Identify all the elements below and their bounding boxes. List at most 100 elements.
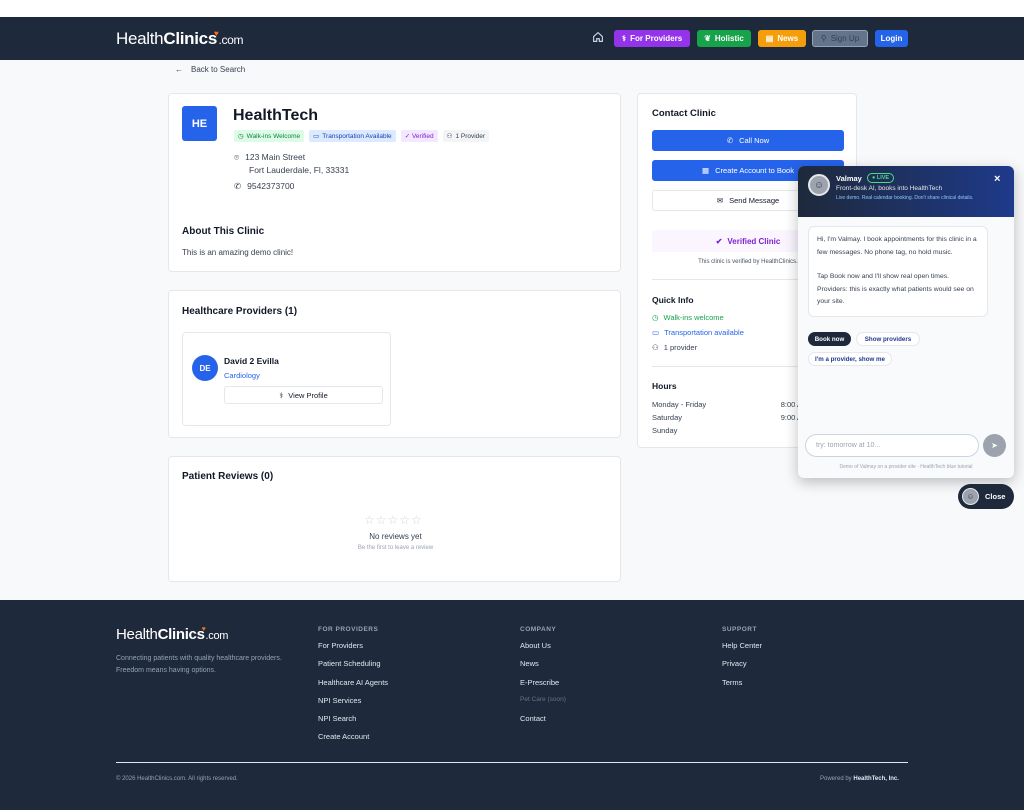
book-now-reply[interactable]: Book now — [808, 332, 851, 346]
hours-row: Sunday — [652, 426, 678, 435]
close-chat-button[interactable]: ☺ Close — [958, 484, 1014, 509]
footer-link[interactable]: For Providers — [318, 641, 388, 659]
footer-link[interactable]: News — [520, 659, 566, 677]
news-button[interactable]: ▤ News — [758, 30, 806, 47]
providers-card: Healthcare Providers (1) DE David 2 Evil… — [168, 290, 621, 438]
quick-info-transport: ▭ Transportation available — [652, 328, 744, 337]
phone-icon: ✆ — [234, 181, 242, 191]
map-pin-icon: ⌾ — [234, 152, 240, 162]
check-circle-icon: ✔ — [715, 236, 723, 246]
provider-specialty: Cardiology — [224, 371, 260, 380]
clinic-info-card: HE HealthTech ◷ Walk-ins Welcome ▭ Transpo… — [168, 93, 621, 272]
call-now-button[interactable]: ✆ Call Now — [652, 130, 844, 151]
site-logo[interactable]: HealthClinics♥.com — [116, 29, 244, 49]
quick-info-title: Quick Info — [652, 295, 694, 305]
clock-icon: ◷ — [238, 133, 244, 140]
news-icon: ▤ — [765, 34, 774, 43]
footer-link[interactable]: Healthcare AI Agents — [318, 678, 388, 696]
im-a-provider-reply[interactable]: I'm a provider, show me — [808, 352, 892, 366]
contact-title: Contact Clinic — [652, 108, 716, 119]
users-icon: ⚇ — [446, 133, 453, 140]
copyright: © 2026 HealthClinics.com. All rights res… — [116, 776, 238, 782]
footer: HealthClinics♥.com Connecting patients w… — [0, 600, 1024, 810]
chat-input[interactable]: try: tomorrow at 10... — [805, 434, 979, 457]
home-icon[interactable] — [591, 30, 607, 46]
clinic-phone[interactable]: ✆ 9542373700 — [234, 181, 294, 192]
provider-avatar: DE — [192, 355, 218, 381]
quick-info-providers: ⚇ 1 provider — [652, 343, 698, 352]
hours-title: Hours — [652, 381, 677, 391]
walk-ins-badge: ◷ Walk-ins Welcome — [234, 130, 305, 142]
powered-by: Powered by HealthTech, Inc. — [820, 776, 899, 782]
powered-by-link[interactable]: HealthTech, Inc. — [853, 776, 899, 782]
sign-up-button[interactable]: ⚲ Sign Up — [812, 30, 868, 47]
provider-name[interactable]: David 2 Evilla — [224, 356, 279, 366]
footer-col-company: COMPANY About Us News E-Prescribe Pet Ca… — [520, 626, 566, 732]
provider-card: DE David 2 Evilla Cardiology ⚕ View Profi… — [182, 332, 391, 426]
footer-col-providers: FOR PROVIDERS For Providers Patient Sche… — [318, 626, 388, 751]
about-title: About This Clinic — [182, 226, 265, 237]
live-badge: ● LIVE — [867, 173, 895, 183]
footer-link[interactable]: Create Account — [318, 732, 388, 750]
assistant-name: Valmay — [836, 174, 862, 183]
bus-icon: ▭ — [652, 328, 660, 337]
footer-link-disabled: Pet Care (soon) — [520, 695, 566, 703]
footer-link[interactable]: NPI Search — [318, 714, 388, 732]
phone-icon: ✆ — [726, 136, 734, 145]
chat-widget: ☺ Valmay ● LIVE Front-desk AI, books int… — [798, 166, 1014, 478]
verified-badge: ✓ Verified — [400, 130, 438, 142]
chat-disclaimer: Live demo. Real calendar booking. Don't … — [836, 195, 974, 201]
users-icon: ⚇ — [652, 343, 659, 352]
footer-link[interactable]: Contact — [520, 714, 566, 732]
footer-link[interactable]: E-Prescribe — [520, 678, 566, 696]
star-rating-icon: ☆☆☆☆☆ — [364, 513, 423, 527]
first-review-hint: Be the first to leave a review — [357, 545, 434, 551]
footer-link[interactable]: Help Center — [722, 641, 762, 659]
show-providers-reply[interactable]: Show providers — [856, 332, 920, 346]
footer-link[interactable]: NPI Services — [318, 696, 388, 714]
footer-divider — [116, 762, 908, 763]
providers-title: Healthcare Providers (1) — [182, 306, 298, 317]
no-reviews-text: No reviews yet — [369, 532, 422, 541]
send-icon[interactable]: ➤ — [983, 434, 1006, 457]
footer-link[interactable]: Privacy — [722, 659, 762, 677]
hours-row: Saturday 9:00 A — [652, 413, 802, 422]
transportation-badge: ▭ Transportation Available — [309, 130, 396, 142]
chat-footer-note: Demo of Valmay on a provider site · Heal… — [839, 464, 973, 470]
clock-icon: ◷ — [652, 313, 659, 322]
footer-col-title: COMPANY — [520, 626, 557, 633]
clinic-address: ⌾ 123 Main Street Fort Lauderdale, Fl, 33… — [234, 152, 350, 175]
mail-icon: ✉ — [716, 196, 724, 205]
footer-col-support: SUPPORT Help Center Privacy Terms — [722, 626, 762, 696]
user-plus-icon: ⚲ — [820, 34, 827, 43]
footer-link[interactable]: Patient Scheduling — [318, 659, 388, 677]
clinic-tags: ◷ Walk-ins Welcome ▭ Transportation Availa… — [234, 130, 490, 142]
chat-subtitle: Front-desk AI, books into HealthTech — [836, 185, 943, 192]
clinic-avatar: HE — [182, 106, 217, 141]
footer-col-title: FOR PROVIDERS — [318, 626, 379, 633]
view-profile-button[interactable]: ⚕ View Profile — [224, 386, 383, 404]
reviews-card: Patient Reviews (0) ☆☆☆☆☆ No reviews yet… — [168, 456, 621, 582]
bus-icon: ▭ — [313, 133, 320, 140]
assistant-avatar: ☺ — [962, 488, 979, 505]
stethoscope-icon: ⚕ — [621, 34, 627, 43]
clinic-name: HealthTech — [233, 107, 319, 124]
leaf-icon: ❦ — [704, 34, 711, 43]
top-strip — [0, 0, 1024, 17]
provider-count-badge: ⚇ 1 Provider — [442, 130, 490, 142]
assistant-avatar: ☺ — [808, 174, 830, 196]
reviews-title: Patient Reviews (0) — [182, 471, 274, 482]
footer-link[interactable]: Terms — [722, 678, 762, 696]
holistic-button[interactable]: ❦ Holistic — [697, 30, 751, 47]
footer-link[interactable]: About Us — [520, 641, 566, 659]
footer-logo[interactable]: HealthClinics♥.com — [116, 626, 228, 643]
back-to-search-link[interactable]: ← Back to Search — [175, 65, 245, 74]
quick-info-walk-ins: ◷ Walk-ins welcome — [652, 313, 724, 322]
login-button[interactable]: Login — [875, 30, 908, 47]
for-providers-button[interactable]: ⚕ For Providers — [614, 30, 690, 47]
chat-header: ☺ Valmay ● LIVE Front-desk AI, books int… — [798, 166, 1014, 217]
calendar-icon: ▦ — [702, 166, 710, 175]
close-icon[interactable]: × — [994, 173, 1000, 185]
footer-tagline: Connecting patients with quality healthc… — [116, 655, 282, 674]
about-text: This is an amazing demo clinic! — [182, 248, 294, 257]
